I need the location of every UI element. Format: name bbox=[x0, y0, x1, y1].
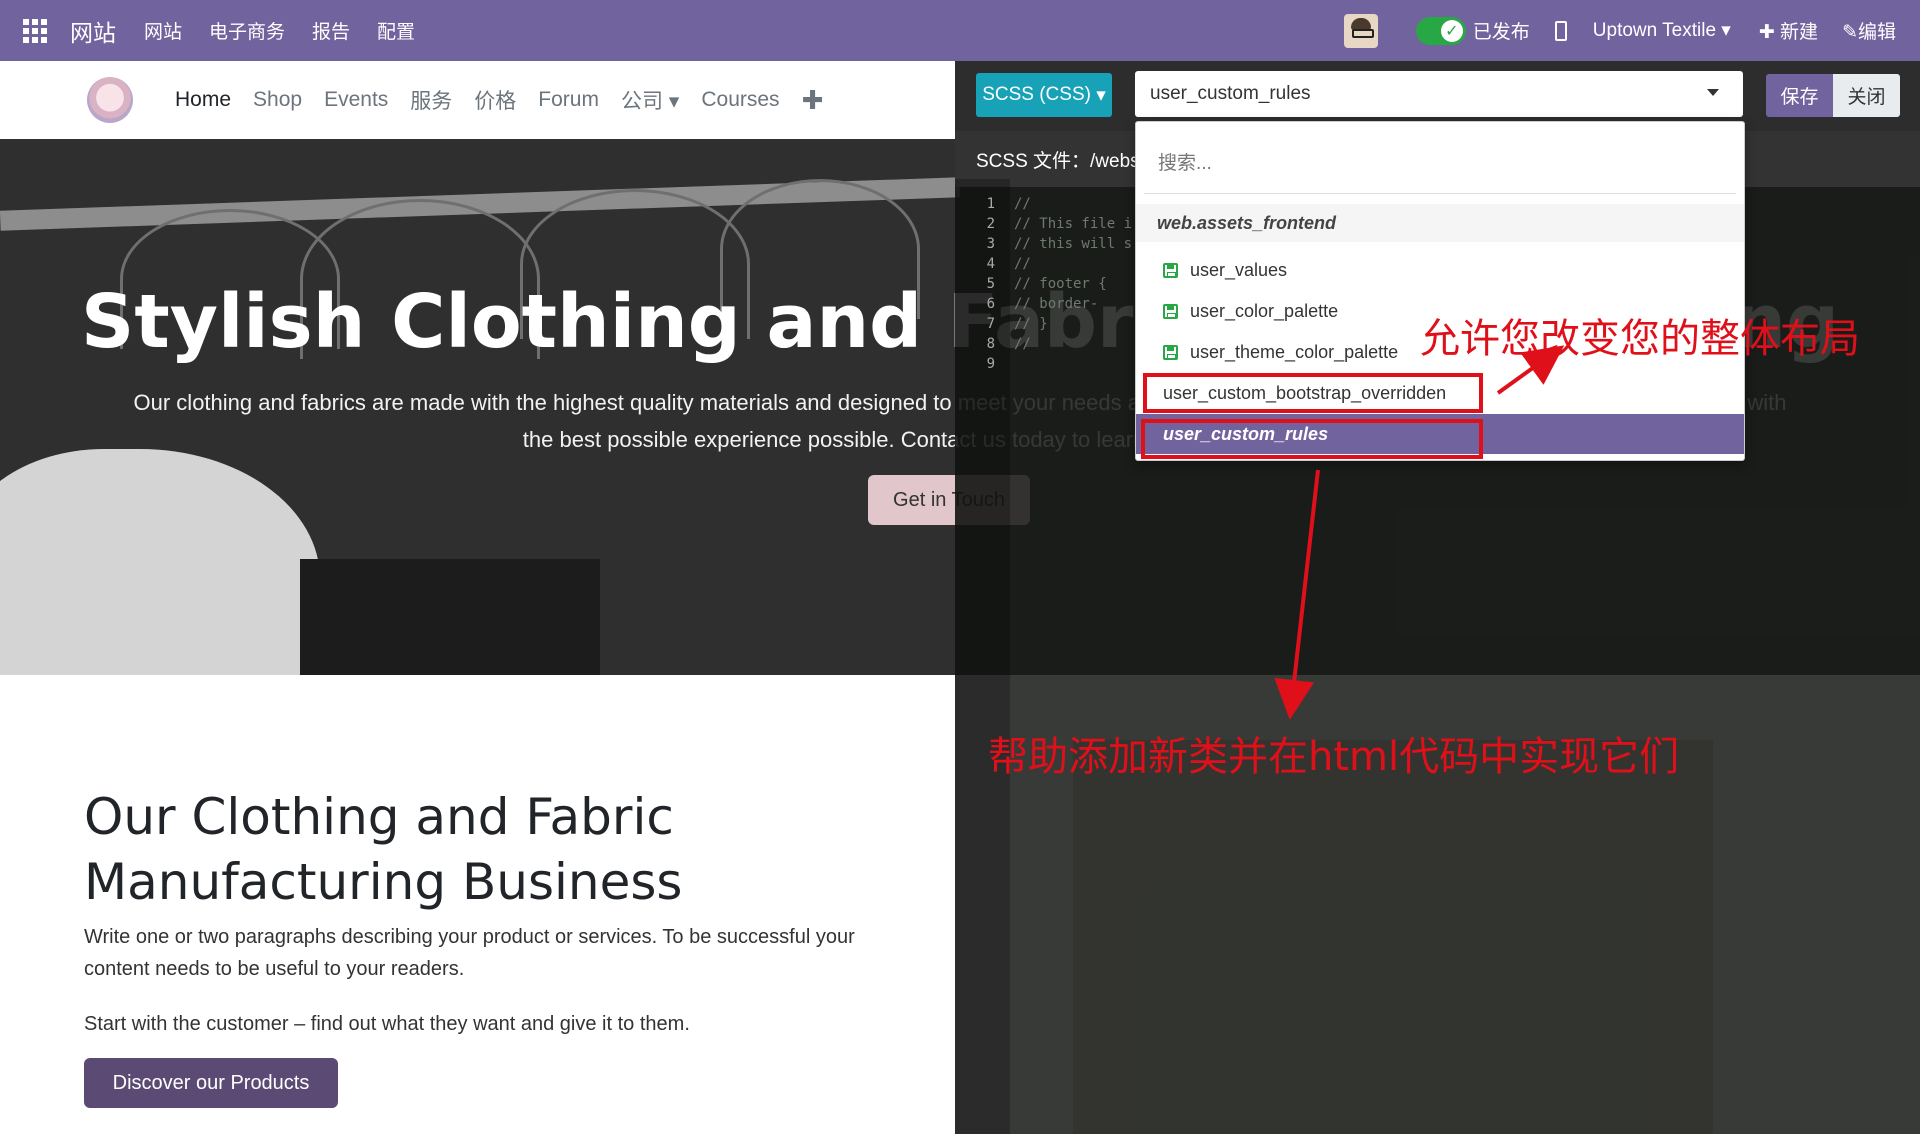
nav-events[interactable]: Events bbox=[324, 88, 388, 112]
code-line: // This file i bbox=[1014, 216, 1133, 232]
nav-shop[interactable]: Shop bbox=[253, 88, 302, 112]
dark-garment bbox=[300, 559, 600, 675]
dropdown-search-input[interactable]: 搜索... bbox=[1144, 130, 1736, 194]
line-number: 5 bbox=[986, 276, 995, 292]
published-label: 已发布 bbox=[1472, 22, 1530, 43]
apps-menu-icon[interactable] bbox=[0, 0, 70, 61]
user-avatar[interactable] bbox=[1343, 13, 1378, 48]
dropdown-option-label: user_color_palette bbox=[1190, 300, 1339, 321]
annotation-highlight-box bbox=[1143, 373, 1483, 413]
site-logo[interactable] bbox=[87, 77, 133, 123]
website-switcher[interactable]: Uptown Textile ▾ bbox=[1593, 19, 1731, 42]
app-brand[interactable]: 网站 bbox=[70, 14, 116, 48]
dropdown-option-label: user_values bbox=[1190, 259, 1288, 280]
nav-company[interactable]: 公司 ▾ bbox=[621, 85, 679, 115]
menu-website[interactable]: 网站 bbox=[144, 17, 182, 44]
top-bar: 网站 网站 电子商务 报告 配置 ✓ 已发布 Uptown Textile ▾ … bbox=[0, 0, 1920, 61]
section-paragraph-2: Start with the customer – find out what … bbox=[84, 1013, 690, 1035]
publish-toggle[interactable]: ✓ bbox=[1415, 16, 1466, 45]
dropdown-option-label: user_theme_color_palette bbox=[1190, 341, 1399, 362]
code-line: // footer { bbox=[1014, 276, 1107, 292]
hanging-shirt bbox=[0, 449, 320, 675]
website-navbar: Home Shop Events 服务 价格 Forum 公司 ▾ Course… bbox=[0, 61, 955, 139]
plus-icon: ✚ bbox=[1758, 22, 1775, 43]
code-line: // bbox=[1014, 336, 1031, 352]
line-number: 8 bbox=[986, 336, 995, 352]
menu-config[interactable]: 配置 bbox=[377, 17, 415, 44]
dropdown-option[interactable]: user_values bbox=[1136, 250, 1744, 290]
code-line: // border- bbox=[1014, 296, 1099, 312]
menu-ecommerce[interactable]: 电子商务 bbox=[209, 17, 285, 44]
annotation-highlight-box bbox=[1141, 419, 1483, 459]
nav-courses[interactable]: Courses bbox=[701, 88, 779, 112]
nav-company-label: 公司 bbox=[620, 90, 663, 113]
nav-forum[interactable]: Forum bbox=[538, 88, 599, 112]
code-line: // bbox=[1014, 196, 1031, 212]
save-icon bbox=[1163, 344, 1178, 360]
annotation-layout-note: 允许您改变您的整体布局 bbox=[1420, 316, 1860, 362]
caret-down-icon bbox=[1707, 89, 1719, 96]
add-menu-icon[interactable]: ✚ bbox=[802, 85, 824, 116]
file-select[interactable]: user_custom_rules bbox=[1135, 71, 1743, 117]
annotation-class-note: 帮助添加新类并在html代码中实现它们 bbox=[988, 734, 1680, 780]
line-number: 9 bbox=[986, 356, 995, 372]
code-line: // } bbox=[1014, 316, 1048, 332]
save-button[interactable]: 保存 bbox=[1766, 74, 1833, 117]
edit-label: 编辑 bbox=[1857, 22, 1896, 43]
mobile-preview-icon[interactable] bbox=[1554, 20, 1567, 41]
section-title: Our Clothing and Fabric Manufacturing Bu… bbox=[84, 788, 683, 911]
line-number: 7 bbox=[986, 316, 995, 332]
edit-button[interactable]: ✎编辑 bbox=[1842, 17, 1896, 44]
selected-file: user_custom_rules bbox=[1150, 83, 1311, 104]
code-line: // bbox=[1014, 256, 1031, 272]
check-icon: ✓ bbox=[1440, 19, 1463, 42]
line-number: 2 bbox=[986, 216, 995, 232]
line-number: 4 bbox=[986, 256, 995, 272]
discover-products-button[interactable]: Discover our Products bbox=[84, 1058, 338, 1108]
menu-reports[interactable]: 报告 bbox=[312, 17, 350, 44]
section-paragraph-1: Write one or two paragraphs describing y… bbox=[84, 926, 855, 980]
save-icon bbox=[1163, 303, 1178, 319]
pencil-icon: ✎ bbox=[1842, 22, 1858, 43]
line-number: 3 bbox=[986, 236, 995, 252]
save-icon bbox=[1163, 262, 1178, 278]
line-number: 1 bbox=[986, 196, 995, 212]
scss-mode-label: SCSS (CSS) bbox=[982, 84, 1091, 105]
new-button[interactable]: ✚ 新建 bbox=[1759, 17, 1818, 44]
close-button[interactable]: 关闭 bbox=[1833, 74, 1900, 117]
nav-home[interactable]: Home bbox=[175, 88, 231, 112]
new-label: 新建 bbox=[1780, 22, 1819, 43]
line-number: 6 bbox=[986, 296, 995, 312]
dropdown-group-header: web.assets_frontend bbox=[1136, 204, 1744, 242]
nav-services[interactable]: 服务 bbox=[410, 85, 452, 115]
file-path-label: SCSS 文件：/websi bbox=[976, 150, 1144, 172]
nav-pricing[interactable]: 价格 bbox=[474, 85, 516, 115]
scss-mode-dropdown[interactable]: SCSS (CSS) ▾ bbox=[976, 73, 1112, 117]
website-name: Uptown Textile bbox=[1592, 20, 1717, 41]
code-line: // this will s bbox=[1014, 236, 1133, 252]
